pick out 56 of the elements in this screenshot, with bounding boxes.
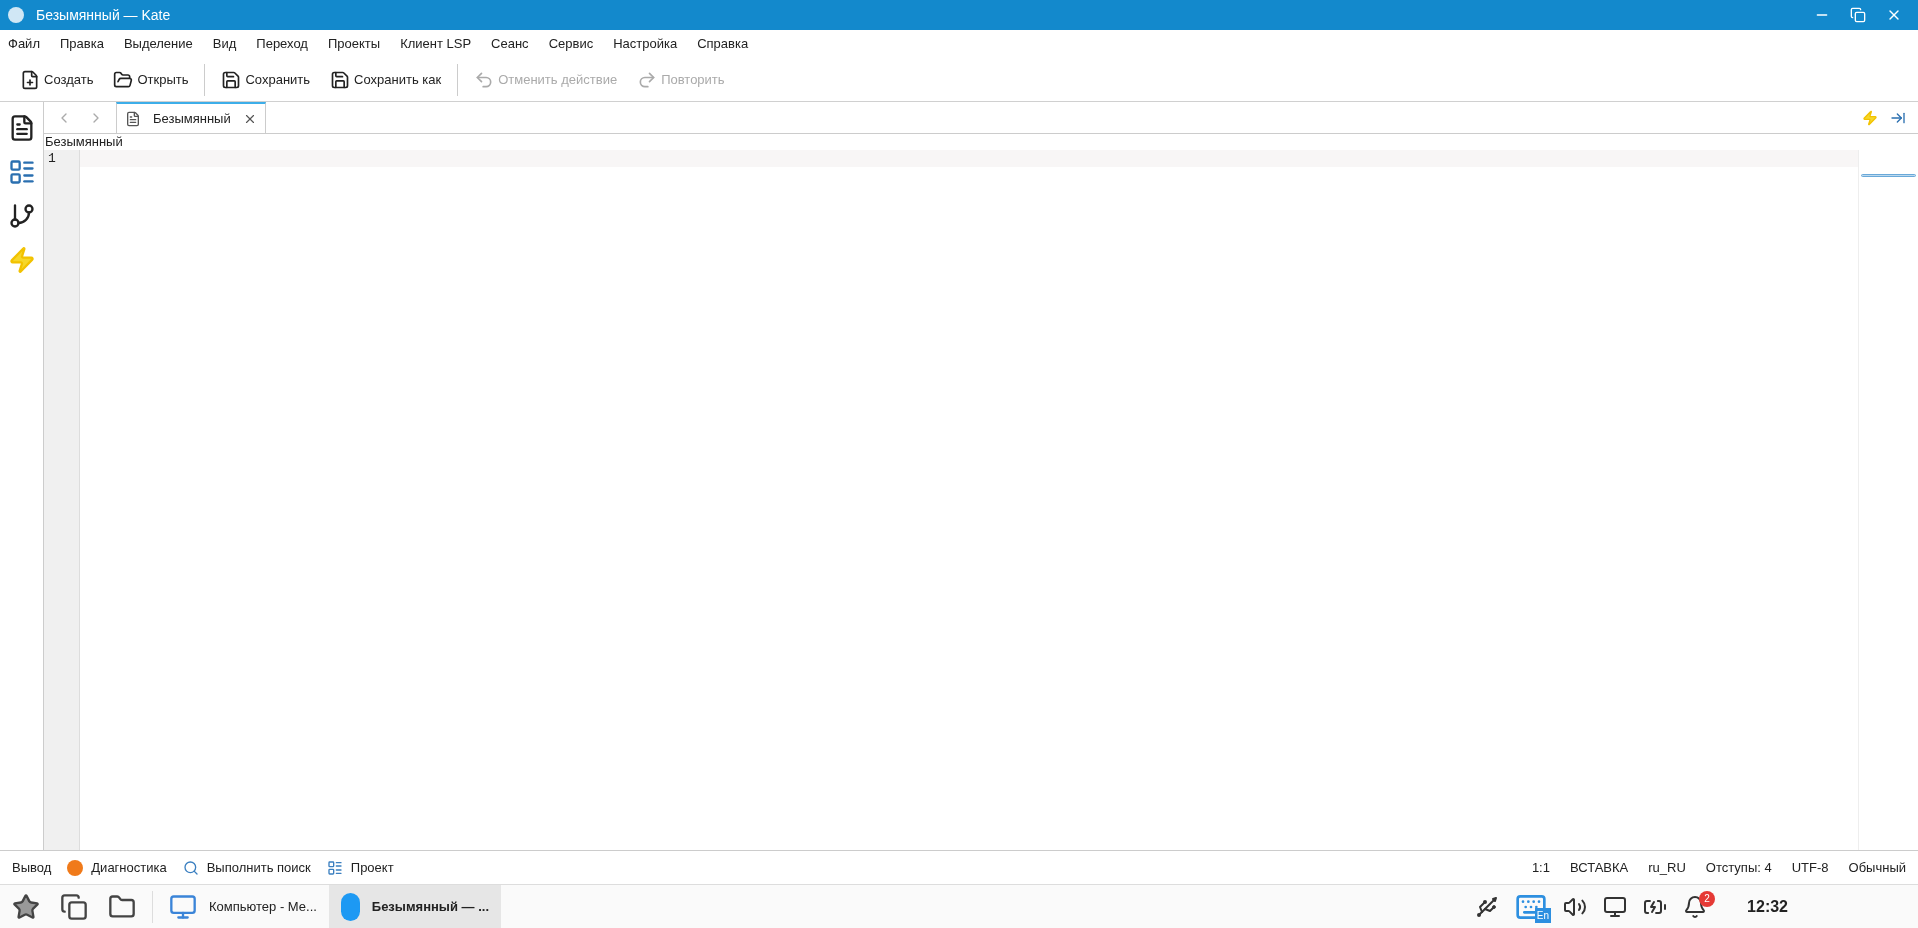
menu-item[interactable]: Файл [8, 34, 40, 54]
status-item[interactable]: UTF-8 [1791, 857, 1829, 878]
menu-item[interactable]: Проекты [327, 34, 381, 54]
git-icon[interactable] [7, 202, 36, 230]
save-icon [221, 69, 242, 90]
bell-icon[interactable] [1683, 894, 1708, 919]
window-title: Безымянный — Kate [36, 5, 171, 25]
layout-label: En [1534, 907, 1552, 923]
menu-item[interactable]: Настройка [613, 34, 678, 54]
status-item[interactable]: Отступы: 4 [1705, 857, 1772, 878]
tab-label: Безымянный [153, 109, 231, 128]
panel-tab[interactable]: Диагностика [67, 857, 167, 878]
panel-tab[interactable]: Вывод [12, 857, 52, 878]
panel-tab[interactable]: Проект [326, 857, 394, 878]
file-browser-icon[interactable] [7, 158, 36, 186]
toolbar-button[interactable]: Сохранить [213, 65, 319, 94]
menu-item[interactable]: Сеанс [491, 34, 529, 54]
status-item[interactable]: ru_RU [1648, 857, 1686, 878]
status-item[interactable]: 1:1 [1531, 857, 1550, 878]
toolbar-button[interactable]: Создать [12, 65, 102, 94]
breadcrumb: Безымянный [44, 134, 124, 150]
document-tab[interactable]: Безымянный [116, 102, 266, 133]
folder-icon[interactable] [108, 892, 136, 921]
menu-item[interactable]: Сервис [548, 34, 594, 54]
toolbar-button[interactable]: Открыть [105, 65, 197, 94]
app-icon [341, 892, 360, 921]
save-as-icon [330, 69, 351, 90]
app-icon [8, 7, 24, 23]
text-file-icon [125, 110, 141, 127]
folder-icon [113, 69, 134, 90]
task-label: Компьютер - Ме... [209, 897, 317, 916]
star-icon[interactable] [12, 892, 40, 921]
clock[interactable]: 12:32 [1747, 894, 1788, 919]
panel-tab[interactable]: Выполнить поиск [182, 857, 311, 878]
line-number: 1 [48, 150, 57, 167]
windows-icon[interactable] [60, 892, 88, 921]
redo-icon [637, 69, 658, 90]
menu-item[interactable]: Вид [212, 34, 237, 54]
menu-item[interactable]: Правка [59, 34, 104, 54]
menu-item[interactable]: Выделение [123, 34, 193, 54]
status-item[interactable]: Обычный [1848, 857, 1906, 878]
task-label: Безымянный — ... [371, 897, 489, 916]
menu-item[interactable]: Переход [256, 34, 308, 54]
monitor-icon [169, 892, 197, 921]
menu-item[interactable]: Клиент LSP [400, 34, 472, 54]
notification-badge: 2 [1699, 890, 1716, 907]
taskbar-task[interactable]: Безымянный — ... [329, 885, 501, 928]
search-icon [182, 859, 199, 876]
status-item[interactable]: ВСТАВКА [1569, 857, 1629, 878]
menu-item[interactable]: Справка [697, 34, 749, 54]
project-icon [326, 859, 343, 876]
toolbar-button[interactable]: Сохранить как [322, 65, 450, 94]
new-file-icon [20, 69, 40, 90]
usb-icon[interactable] [1475, 894, 1500, 919]
restore-icon[interactable] [1850, 7, 1866, 23]
taskbar-task[interactable]: Компьютер - Ме... [157, 885, 329, 928]
